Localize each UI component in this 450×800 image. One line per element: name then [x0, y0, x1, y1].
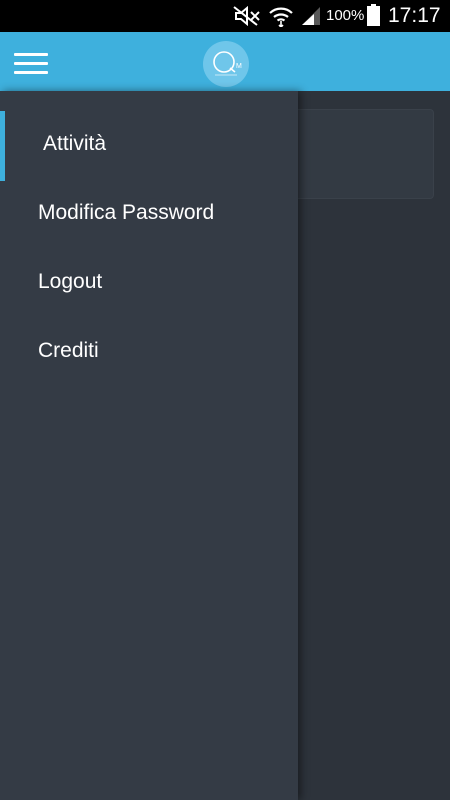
- battery-icon: [367, 4, 380, 26]
- drawer-item-label: Attività: [43, 132, 107, 155]
- mute-icon: [233, 6, 260, 26]
- app-bar: M: [0, 32, 450, 91]
- battery-percent: 100%: [326, 7, 365, 24]
- hamburger-menu-icon[interactable]: [10, 44, 52, 80]
- navigation-drawer: Attività Modifica Password Logout Credit…: [0, 91, 298, 800]
- drawer-item-label: Logout: [38, 270, 103, 293]
- svg-text:M: M: [236, 63, 242, 70]
- signal-icon: [302, 7, 320, 25]
- drawer-item-crediti[interactable]: Crediti: [0, 322, 298, 382]
- status-bar: 100% 17:17: [0, 0, 450, 32]
- app-logo-icon: M: [203, 41, 249, 87]
- wifi-icon: [269, 7, 293, 27]
- drawer-item-label: Modifica Password: [38, 201, 215, 224]
- drawer-item-modifica-password[interactable]: Modifica Password: [0, 184, 298, 244]
- drawer-item-logout[interactable]: Logout: [0, 253, 298, 313]
- drawer-item-attivita[interactable]: Attività: [0, 111, 298, 181]
- status-clock: 17:17: [388, 4, 441, 27]
- drawer-item-label: Crediti: [38, 339, 99, 362]
- active-indicator: [0, 111, 5, 181]
